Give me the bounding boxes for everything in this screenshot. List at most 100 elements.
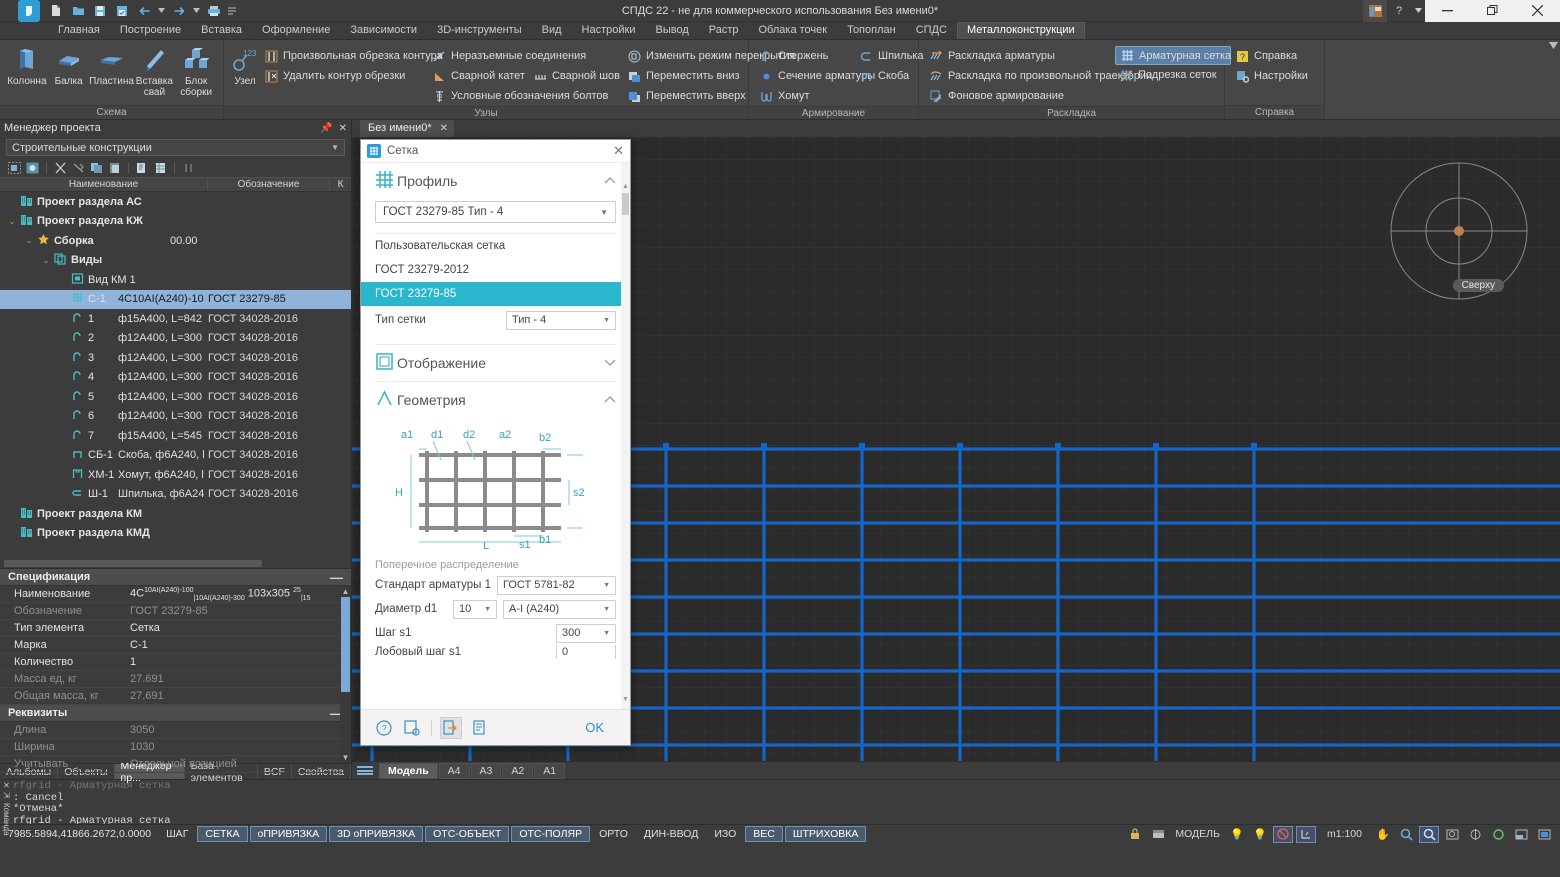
spec-row[interactable]: Масса ед, кг 27.691 <box>0 671 351 688</box>
layout-tab-a1[interactable]: A1 <box>534 762 566 779</box>
status-button-orto[interactable]: ОРТО <box>592 827 635 841</box>
orbit-icon[interactable] <box>1465 826 1485 843</box>
layout-tab-a2[interactable]: A2 <box>502 762 534 779</box>
chevron-down-icon[interactable] <box>604 358 616 369</box>
tree-row[interactable]: 7 ф15А400, L=545 ГОСТ 34028-2016 <box>0 426 351 446</box>
orbit-free-icon[interactable] <box>1488 826 1508 843</box>
spec-row[interactable]: Количество 1 <box>0 654 351 671</box>
spec-row[interactable]: Длина 3050 <box>0 722 351 739</box>
ok-button[interactable]: OK <box>585 720 618 735</box>
workspace-icon[interactable] <box>1363 0 1387 22</box>
button-khomut[interactable]: Хомут <box>755 86 855 106</box>
qat-more-icon[interactable] <box>226 1 238 21</box>
button-plastina[interactable]: Пластина <box>89 44 134 105</box>
tree-row[interactable]: Проект раздела АС <box>0 192 351 212</box>
help-icon[interactable]: ? <box>373 717 395 739</box>
tree-row[interactable]: Ш-1 Шпилька, ф6А24 ГОСТ 34028-2016 <box>0 485 351 505</box>
tree-row[interactable]: 4 ф12А400, L=300 ГОСТ 34028-2016 <box>0 368 351 388</box>
status-button-oprivyazka[interactable]: оПРИВЯЗКА <box>249 826 328 842</box>
pin-icon[interactable]: 📌 <box>320 123 332 134</box>
copy-props-icon[interactable] <box>468 717 490 739</box>
layout-tab-model[interactable]: Модель <box>379 762 438 779</box>
button-skoba[interactable]: Скоба <box>855 66 925 86</box>
section-header-geometriya[interactable]: Геометрия <box>361 382 630 418</box>
section-header-otobrazhenie[interactable]: Отображение <box>361 345 630 381</box>
ribbon-tab-vid[interactable]: Вид <box>532 22 572 39</box>
spec-row[interactable]: Ширина 1030 <box>0 739 351 756</box>
close-icon[interactable]: ✕ <box>3 781 10 791</box>
button-spravka[interactable]: ? Справка <box>1231 46 1318 66</box>
open-file-icon[interactable] <box>68 1 88 21</box>
new-file-icon[interactable] <box>46 1 66 21</box>
standart-armatury-1-combo[interactable]: ГОСТ 5781-82 ▼ <box>497 575 616 595</box>
ribbon-tab-vstavka[interactable]: Вставка <box>191 22 252 39</box>
button-raskladka-po-proizvolnoi-traektorii[interactable]: Раскладка по произвольной траектории <box>925 66 1152 86</box>
ribbon-tab-nastroiki[interactable]: Настройки <box>572 22 646 39</box>
drawing-scale[interactable]: m1:100 <box>1319 826 1370 843</box>
column-header-designation[interactable]: Обозначение <box>208 179 330 190</box>
button-vstavka-svai[interactable]: Вставка свай <box>134 44 176 105</box>
status-button-3d-oprivyazka[interactable]: 3D оПРИВЯЗКА <box>329 826 424 842</box>
button-blok-sborki[interactable]: Блок сборки <box>175 44 217 105</box>
status-button-ots-polyar[interactable]: ОТС-ПОЛЯР <box>511 826 591 842</box>
save-file-icon[interactable] <box>90 1 110 21</box>
ribbon-tab-3d-instrumenty[interactable]: 3D-инструменты <box>427 22 532 39</box>
tree-row[interactable]: Проект раздела КМ <box>0 504 351 524</box>
ribbon-tab-metallokonstruktsii[interactable]: Металлоконструкции <box>956 22 1085 39</box>
clean-screen-icon[interactable] <box>1511 826 1531 843</box>
tree-row[interactable]: Проект раздела КМД <box>0 524 351 544</box>
ucs-icon[interactable] <box>1295 825 1316 843</box>
tree-row[interactable]: ⌄ Проект раздела КЖ <box>0 212 351 232</box>
minimize-button[interactable] <box>1425 0 1470 22</box>
layout-tab-a4[interactable]: A4 <box>438 762 470 779</box>
ribbon-tab-topoplan[interactable]: Топоплан <box>837 22 906 39</box>
spec-row[interactable]: Марка С-1 <box>0 637 351 654</box>
ribbon-tab-oblaka-tochek[interactable]: Облака точек <box>749 22 838 39</box>
table-icon[interactable] <box>152 160 169 176</box>
scroll-up-icon[interactable]: ▲ <box>621 181 630 192</box>
profile-option-polzovatelskaya[interactable]: Пользовательская сетка <box>361 234 630 258</box>
cut-icon[interactable] <box>52 160 69 176</box>
lightbulb-icon[interactable]: 💡 <box>1250 826 1270 843</box>
lock-icon[interactable] <box>1125 826 1145 843</box>
button-nastroiki[interactable]: Настройки <box>1231 66 1318 86</box>
zoom-window-icon[interactable] <box>1419 825 1439 843</box>
profile-standard-combo[interactable]: ГОСТ 23279-85 Тип - 4 ▼ <box>375 201 616 223</box>
chevron-up-icon[interactable] <box>604 395 616 406</box>
ribbon-collapse-icon[interactable] <box>1546 40 1560 119</box>
pin-icon[interactable]: ⇲ <box>3 791 10 801</box>
status-button-setka[interactable]: СЕТКА <box>197 826 248 842</box>
button-svarnoi-shov[interactable]: Сварной шов <box>529 66 624 86</box>
redo-icon[interactable] <box>169 1 189 21</box>
button-sterzhen[interactable]: Стержень <box>755 46 855 66</box>
tree-row[interactable]: 6 ф12А400, L=300 ГОСТ 34028-2016 <box>0 407 351 427</box>
status-button-din-vvod[interactable]: ДИН-ВВОД <box>637 827 705 841</box>
close-icon[interactable]: ✕ <box>613 143 624 159</box>
ribbon-tab-glavnaya[interactable]: Главная <box>48 22 110 39</box>
close-icon[interactable]: ✕ <box>440 123 448 134</box>
ribbon-tab-zavisimosti[interactable]: Зависимости <box>340 22 427 39</box>
layout-tab-a3[interactable]: A3 <box>470 762 502 779</box>
help-dropdown-icon[interactable] <box>1411 0 1425 22</box>
tree-row[interactable]: С-1 4С10АI(А240)-10 ГОСТ 23279-85 <box>0 289 351 309</box>
layout-list-icon[interactable] <box>356 764 374 778</box>
tree-row[interactable]: 5 ф12А400, L=300 ГОСТ 34028-2016 <box>0 387 351 407</box>
project-type-combo[interactable]: Строительные конструкции ▼ <box>6 139 345 156</box>
redo-dropdown-icon[interactable] <box>191 1 202 21</box>
button-udalit-kontur-obrezki[interactable]: Удалить контур обрезки <box>260 66 428 86</box>
ribbon-tab-spds[interactable]: СПДС <box>906 22 957 39</box>
close-icon[interactable]: ✕ <box>339 123 347 134</box>
document-tab[interactable]: Без имени0* ✕ <box>360 120 455 137</box>
button-raskladka-armatury[interactable]: Раскладка арматуры <box>925 46 1115 66</box>
status-button-izo[interactable]: ИЗО <box>707 827 743 841</box>
diametr-d1-class-combo[interactable]: A-I (А240) ▼ <box>503 599 616 619</box>
profile-option-gost-23279-2012[interactable]: ГОСТ 23279-2012 <box>361 258 630 282</box>
fullscreen-icon[interactable] <box>1534 826 1554 843</box>
tree-row[interactable]: 3 ф12А400, L=300 ГОСТ 34028-2016 <box>0 348 351 368</box>
command-history[interactable]: rfgrid - Арматурная сетка: Cancel *Отмена… <box>13 780 1560 824</box>
button-balka[interactable]: Балка <box>48 44 90 105</box>
scroll-down-icon[interactable]: ▼ <box>621 694 630 705</box>
ribbon-tab-vyvod[interactable]: Вывод <box>645 22 698 39</box>
tree-row[interactable]: ⌄ Сборка 00.00 <box>0 231 351 251</box>
button-sechenie-armatury[interactable]: Сечение арматуры <box>755 66 875 86</box>
